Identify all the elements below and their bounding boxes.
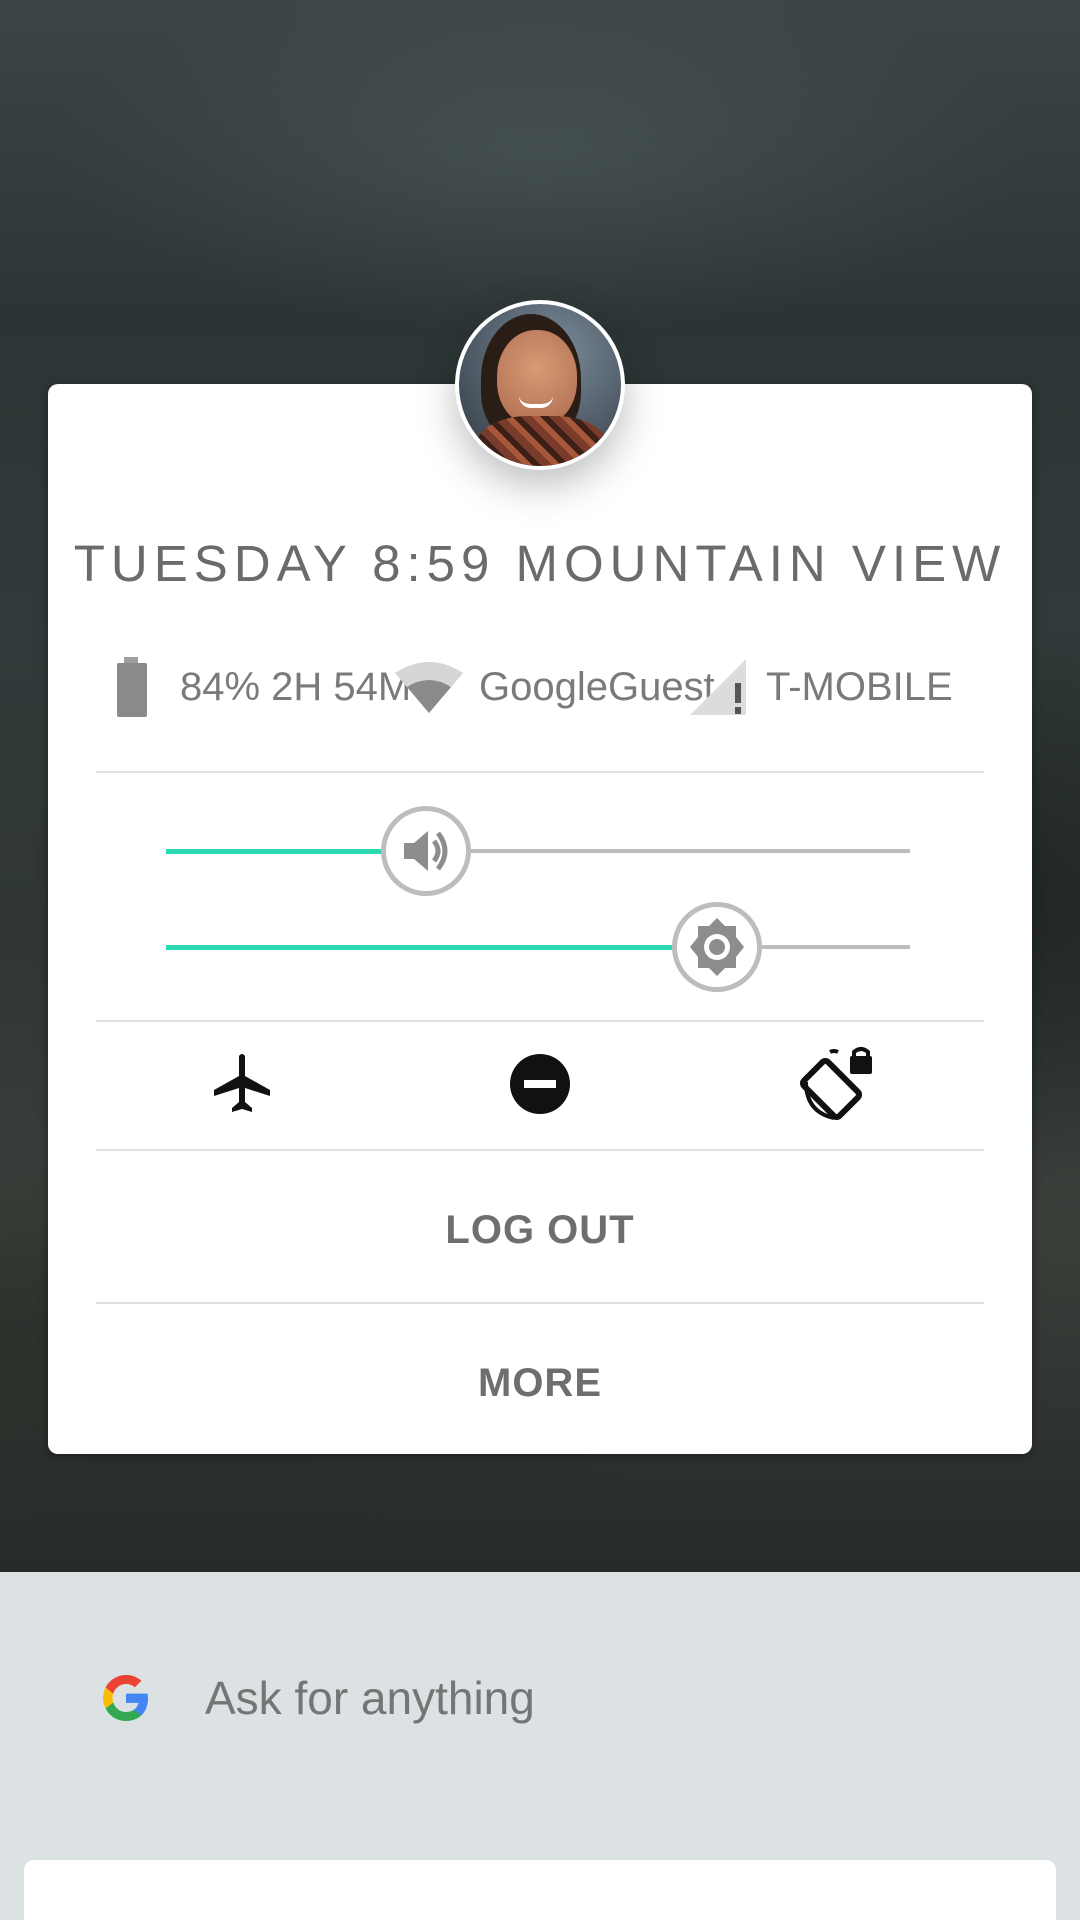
rotation-lock-toggle[interactable] (798, 1044, 878, 1124)
volume-slider[interactable] (166, 806, 910, 896)
wifi-status[interactable]: GoogleGuest (393, 652, 733, 722)
quick-settings-card: TUESDAY 8:59 MOUNTAIN VIEW 84% 2H 54M Go… (48, 384, 1032, 1454)
divider (96, 1149, 984, 1151)
brightness-fill (166, 945, 717, 950)
divider (96, 1302, 984, 1304)
search-panel: Ask for anything (0, 1572, 1080, 1920)
brightness-thumb[interactable] (672, 902, 762, 992)
battery-status[interactable]: 84% 2H 54M (112, 652, 432, 722)
battery-icon (117, 657, 147, 717)
cell-status[interactable]: T-MOBILE (688, 652, 1018, 722)
do-not-disturb-icon (510, 1054, 570, 1114)
divider (96, 1020, 984, 1022)
status-row: 84% 2H 54M GoogleGuest T-MOBILE (48, 652, 1032, 722)
search-input[interactable]: Ask for anything (205, 1670, 535, 1726)
brightness-slider[interactable] (166, 902, 910, 992)
divider (96, 771, 984, 773)
rotation-lock-icon (800, 1047, 872, 1121)
google-g-icon (103, 1675, 148, 1721)
airplane-mode-icon (214, 1054, 270, 1112)
do-not-disturb-toggle[interactable] (500, 1044, 580, 1124)
toggle-row (48, 1024, 1032, 1144)
volume-icon (404, 831, 448, 871)
more-button[interactable]: MORE (96, 1308, 984, 1458)
bottom-card (24, 1860, 1056, 1920)
volume-thumb[interactable] (381, 806, 471, 896)
wifi-label: GoogleGuest (479, 664, 715, 709)
airplane-mode-toggle[interactable] (202, 1044, 282, 1124)
wifi-icon (395, 662, 463, 713)
datetime-label: TUESDAY 8:59 MOUNTAIN VIEW (73, 535, 1007, 592)
brightness-icon (690, 918, 744, 976)
cell-label: T-MOBILE (766, 664, 953, 709)
cell-signal-icon (690, 659, 746, 715)
avatar-photo (459, 304, 621, 466)
battery-label: 84% 2H 54M (180, 664, 412, 709)
log-out-button[interactable]: LOG OUT (96, 1155, 984, 1305)
user-avatar[interactable] (455, 300, 625, 470)
